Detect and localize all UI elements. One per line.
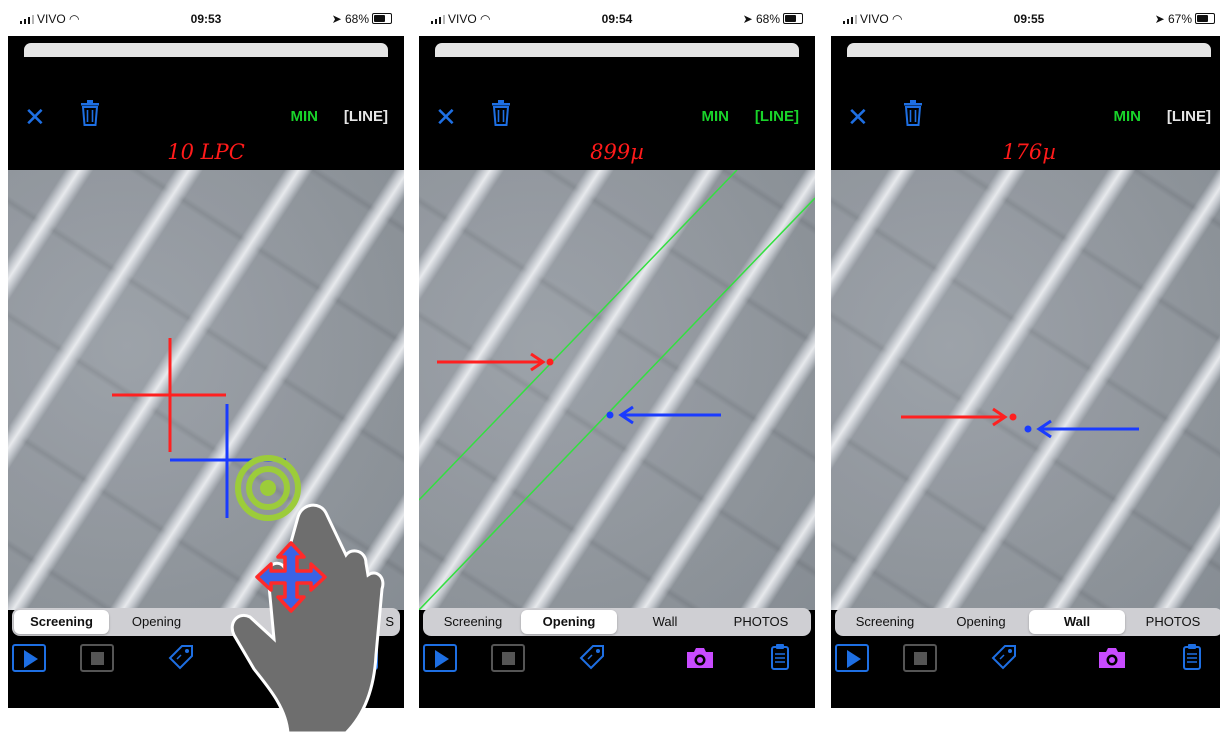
red-point-line bbox=[419, 170, 738, 501]
line-mode-button[interactable]: [LINE] bbox=[755, 108, 799, 125]
tag-icon[interactable] bbox=[579, 644, 605, 675]
tab-opening[interactable]: Opening bbox=[521, 610, 617, 634]
min-mode-button[interactable]: MIN bbox=[702, 108, 730, 125]
camera-icon[interactable] bbox=[685, 646, 715, 675]
trash-icon[interactable] bbox=[80, 100, 100, 131]
min-mode-button[interactable]: MIN bbox=[1114, 108, 1142, 125]
line-mode-button[interactable]: [LINE] bbox=[344, 108, 388, 125]
clipboard-icon[interactable] bbox=[1183, 644, 1201, 675]
camera-icon[interactable] bbox=[1097, 646, 1127, 675]
tag-icon[interactable] bbox=[168, 644, 194, 675]
tab-photos[interactable]: PHOTOS bbox=[1125, 610, 1220, 634]
stop-button[interactable] bbox=[903, 644, 937, 672]
clipboard-icon[interactable] bbox=[771, 644, 789, 675]
battery-icon bbox=[783, 13, 803, 24]
address-bar[interactable] bbox=[435, 43, 799, 57]
status-bar: VIVO ◠ 09:54 ➤ 68% bbox=[419, 0, 815, 36]
line-mode-button[interactable]: [LINE] bbox=[1167, 108, 1211, 125]
status-bar: VIVO ◠ 09:55 ➤ 67% bbox=[831, 0, 1220, 36]
location-icon: ➤ bbox=[1154, 12, 1165, 26]
tag-icon[interactable] bbox=[991, 644, 1017, 675]
close-icon[interactable]: ✕ bbox=[847, 104, 869, 130]
measurement-reading: 10 LPC bbox=[167, 140, 245, 164]
tab-opening[interactable]: Opening bbox=[933, 610, 1029, 634]
tab-wall[interactable]: Wall bbox=[617, 610, 713, 634]
battery-icon bbox=[372, 13, 392, 24]
measurement-reading: 899µ bbox=[590, 140, 644, 164]
blue-point bbox=[1024, 425, 1032, 433]
red-point bbox=[546, 358, 554, 366]
trash-icon[interactable] bbox=[903, 100, 923, 131]
min-mode-button[interactable]: MIN bbox=[291, 108, 319, 125]
red-point bbox=[1009, 413, 1017, 421]
blue-point-line bbox=[419, 197, 815, 610]
hand-gesture-icon bbox=[230, 503, 385, 733]
play-button[interactable] bbox=[835, 644, 869, 672]
status-bar: VIVO ◠ 09:53 ➤ 68% bbox=[8, 0, 404, 36]
tab-screening[interactable]: Screening bbox=[837, 610, 933, 634]
measurement-reading: 176µ bbox=[1002, 140, 1056, 164]
address-bar[interactable] bbox=[847, 43, 1211, 57]
stop-button[interactable] bbox=[80, 644, 114, 672]
address-bar[interactable] bbox=[24, 43, 388, 57]
play-button[interactable] bbox=[423, 644, 457, 672]
location-icon: ➤ bbox=[331, 12, 342, 26]
measure-overlay bbox=[419, 170, 815, 610]
trash-icon[interactable] bbox=[491, 100, 511, 131]
play-button[interactable] bbox=[12, 644, 46, 672]
tab-opening[interactable]: Opening bbox=[109, 610, 204, 634]
location-icon: ➤ bbox=[742, 12, 753, 26]
phone-screen-2: VIVO ◠ 09:54 ➤ 68% ✕ MIN [LINE] 899µ Scr… bbox=[419, 0, 815, 708]
tab-screening[interactable]: Screening bbox=[425, 610, 521, 634]
battery-percent: 68% bbox=[755, 12, 780, 26]
tab-screening[interactable]: Screening bbox=[14, 610, 109, 634]
measure-overlay bbox=[901, 407, 1139, 439]
battery-percent: 68% bbox=[344, 12, 369, 26]
battery-percent: 67% bbox=[1167, 12, 1192, 26]
close-icon[interactable]: ✕ bbox=[435, 104, 457, 130]
camera-view[interactable] bbox=[831, 170, 1220, 610]
camera-view[interactable] bbox=[419, 170, 815, 610]
tab-wall[interactable]: Wall bbox=[1029, 610, 1125, 634]
close-icon[interactable]: ✕ bbox=[24, 104, 46, 130]
mode-segmented-control: Screening Opening Wall PHOTOS bbox=[835, 608, 1220, 636]
stop-button[interactable] bbox=[491, 644, 525, 672]
blue-point bbox=[606, 411, 614, 419]
phone-screen-3: VIVO ◠ 09:55 ➤ 67% ✕ MIN [LINE] 176µ Scr… bbox=[831, 0, 1220, 708]
mode-segmented-control: Screening Opening Wall PHOTOS bbox=[423, 608, 811, 636]
tab-photos[interactable]: PHOTOS bbox=[713, 610, 809, 634]
battery-icon bbox=[1195, 13, 1215, 24]
